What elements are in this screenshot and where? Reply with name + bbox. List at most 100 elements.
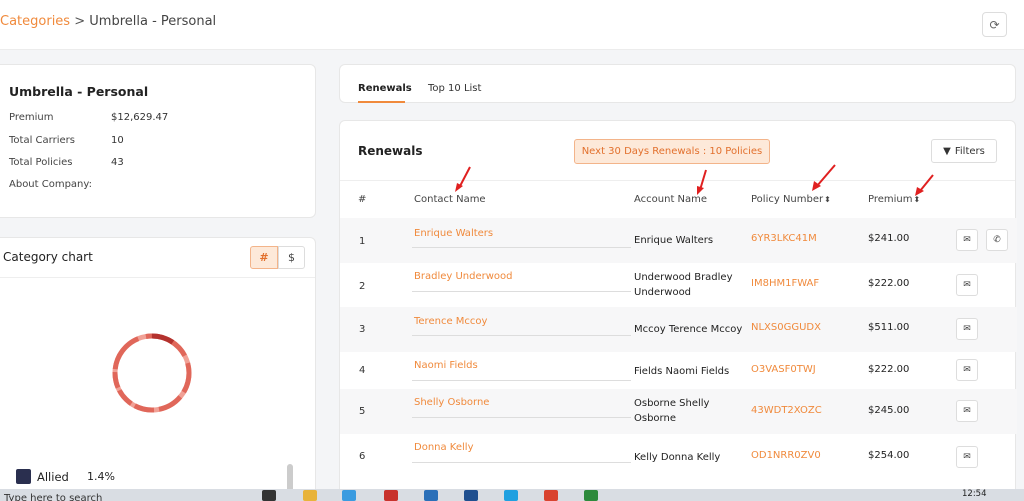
tab-top-10-list[interactable]: Top 10 List bbox=[428, 83, 481, 94]
divider bbox=[412, 462, 631, 463]
column-header-contact-name[interactable]: Contact Name bbox=[414, 194, 486, 205]
table-row: 4 Naomi Fields Fields Naomi Fields O3VAS… bbox=[340, 352, 1017, 389]
divider bbox=[412, 335, 631, 336]
contact-name-link[interactable]: Terence Mccoy bbox=[414, 316, 487, 327]
count-toggle-button[interactable]: # bbox=[250, 246, 278, 269]
category-title: Umbrella - Personal bbox=[9, 84, 149, 99]
refresh-button[interactable]: ⟳ bbox=[982, 12, 1007, 37]
divider bbox=[412, 380, 631, 381]
category-donut-chart bbox=[112, 333, 192, 413]
annotation-arrow bbox=[697, 169, 707, 195]
email-button[interactable]: ✉ bbox=[956, 446, 978, 468]
premium-label: Premium bbox=[9, 112, 54, 123]
email-icon: ✉ bbox=[963, 452, 971, 462]
email-button[interactable]: ✉ bbox=[956, 359, 978, 381]
policy-number-link[interactable]: NLXS0GGUDX bbox=[751, 322, 821, 333]
filters-label: Filters bbox=[954, 145, 985, 157]
breadcrumb-current: Umbrella - Personal bbox=[89, 14, 217, 29]
row-number: 5 bbox=[359, 406, 366, 417]
sheets-icon[interactable] bbox=[584, 490, 598, 501]
total-carriers-value: 10 bbox=[111, 135, 124, 146]
account-name: Fields Naomi Fields bbox=[634, 366, 730, 377]
account-name: Osborne Shelly Osborne bbox=[634, 398, 710, 424]
email-icon: ✉ bbox=[963, 280, 971, 290]
premium-value: $511.00 bbox=[868, 322, 910, 333]
about-company-label: About Company: bbox=[9, 179, 92, 190]
contact-name-link[interactable]: Enrique Walters bbox=[414, 228, 493, 239]
legend-pct-allied: 1.4% bbox=[87, 470, 115, 483]
premium-value: $254.00 bbox=[868, 450, 910, 461]
divider bbox=[0, 277, 315, 278]
email-button[interactable]: ✉ bbox=[956, 274, 978, 296]
donut-segments bbox=[112, 333, 192, 413]
legend-label-allied: Allied bbox=[37, 470, 69, 484]
table-row: 1 Enrique Walters Enrique Walters 6YR3LK… bbox=[340, 218, 1017, 263]
filter-icon: ▼ bbox=[943, 145, 951, 157]
annotation-arrow bbox=[915, 174, 934, 196]
file-explorer-icon[interactable] bbox=[303, 490, 317, 501]
email-icon: ✉ bbox=[963, 235, 971, 245]
table-row: 2 Bradley Underwood Underwood Bradley Un… bbox=[340, 263, 1017, 307]
legend-swatch-allied bbox=[16, 469, 31, 484]
chrome-icon[interactable] bbox=[544, 490, 558, 501]
email-icon: ✉ bbox=[963, 406, 971, 416]
contact-name-link[interactable]: Shelly Osborne bbox=[414, 397, 489, 408]
policy-number-link[interactable]: 6YR3LKC41M bbox=[751, 233, 817, 244]
policy-number-link[interactable]: O3VASF0TWJ bbox=[751, 364, 816, 375]
annotation-arrow bbox=[812, 164, 836, 191]
amount-toggle-button[interactable]: $ bbox=[278, 246, 305, 269]
app-icon[interactable] bbox=[464, 490, 478, 501]
account-name: Kelly Donna Kelly bbox=[634, 452, 721, 463]
total-policies-value: 43 bbox=[111, 157, 124, 168]
premium-value: $12,629.47 bbox=[111, 112, 169, 123]
email-button[interactable]: ✉ bbox=[956, 229, 978, 251]
row-number: 4 bbox=[359, 365, 366, 376]
taskbar-search[interactable]: Type here to search bbox=[4, 493, 102, 501]
app-icon[interactable] bbox=[424, 490, 438, 501]
row-number: 3 bbox=[359, 324, 366, 335]
call-button[interactable]: ✆ bbox=[986, 229, 1008, 251]
total-carriers-label: Total Carriers bbox=[9, 135, 75, 146]
category-chart-card: Category chart # $ Allied 1.4% bbox=[0, 237, 316, 501]
filters-button[interactable]: ▼ Filters bbox=[931, 139, 997, 163]
policy-number-link[interactable]: 43WDT2XOZC bbox=[751, 405, 822, 416]
divider bbox=[412, 247, 631, 248]
renewals-badge: Next 30 Days Renewals : 10 Policies bbox=[574, 139, 770, 164]
account-name: Underwood Bradley Underwood bbox=[634, 272, 733, 298]
premium-value: $222.00 bbox=[868, 364, 910, 375]
contact-name-link[interactable]: Bradley Underwood bbox=[414, 271, 513, 282]
divider bbox=[412, 417, 631, 418]
premium-value: $245.00 bbox=[868, 405, 910, 416]
email-icon: ✉ bbox=[963, 365, 971, 375]
total-policies-label: Total Policies bbox=[9, 157, 73, 168]
taskbar-clock: 12:54 bbox=[962, 489, 987, 499]
chart-title: Category chart bbox=[3, 250, 93, 264]
divider bbox=[412, 291, 631, 292]
account-name: Mccoy Terence Mccoy bbox=[634, 324, 743, 335]
policy-number-link[interactable]: IM8HM1FWAF bbox=[751, 278, 819, 289]
sort-icon[interactable]: ⬍ bbox=[824, 195, 831, 204]
column-header-number: # bbox=[358, 194, 367, 205]
phone-icon: ✆ bbox=[993, 235, 1001, 245]
active-tab-indicator bbox=[358, 101, 405, 103]
task-view-icon[interactable] bbox=[262, 490, 276, 501]
column-header-policy-number[interactable]: Policy Number⬍ bbox=[751, 194, 831, 205]
refresh-icon: ⟳ bbox=[989, 17, 1000, 32]
row-number: 6 bbox=[359, 451, 366, 462]
skype-icon[interactable] bbox=[504, 490, 518, 501]
contact-name-link[interactable]: Donna Kelly bbox=[414, 442, 474, 453]
tab-renewals[interactable]: Renewals bbox=[358, 83, 412, 94]
chrome-icon[interactable] bbox=[342, 490, 356, 501]
breadcrumb: Categories > Umbrella - Personal bbox=[0, 14, 216, 29]
premium-value: $241.00 bbox=[868, 233, 910, 244]
email-button[interactable]: ✉ bbox=[956, 400, 978, 422]
row-number: 1 bbox=[359, 236, 366, 247]
breadcrumb-link-categories[interactable]: Categories bbox=[0, 14, 70, 29]
table-row: 5 Shelly Osborne Osborne Shelly Osborne … bbox=[340, 389, 1017, 434]
policy-number-link[interactable]: OD1NRR0ZV0 bbox=[751, 450, 821, 461]
contact-name-link[interactable]: Naomi Fields bbox=[414, 360, 478, 371]
gmail-icon[interactable] bbox=[384, 490, 398, 501]
email-button[interactable]: ✉ bbox=[956, 318, 978, 340]
email-icon: ✉ bbox=[963, 324, 971, 334]
taskbar: Type here to search bbox=[0, 489, 1024, 501]
